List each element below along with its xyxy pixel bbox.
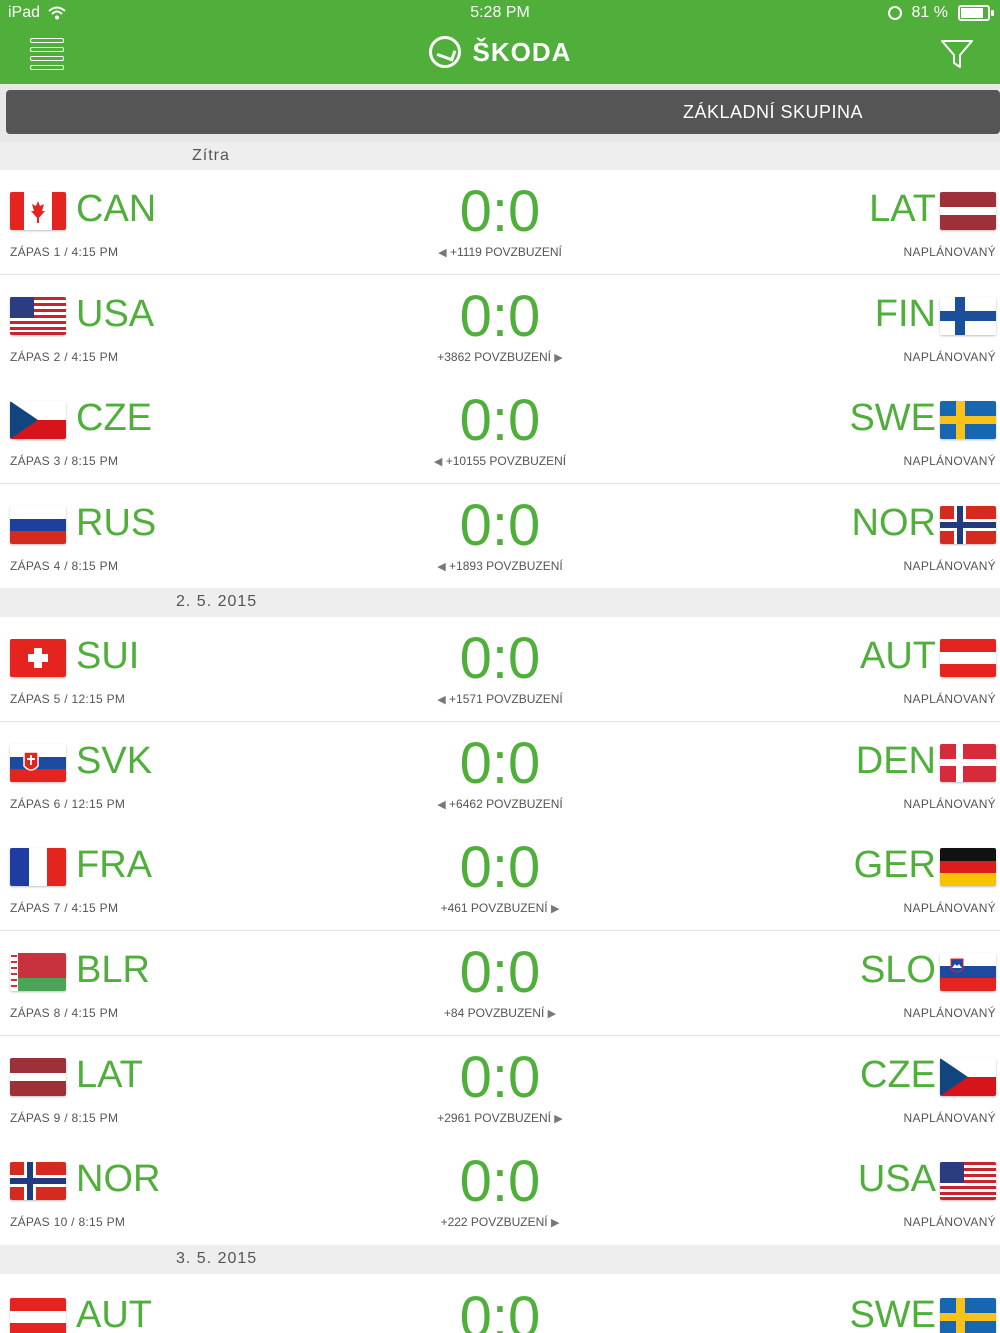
flag-slo-icon (940, 953, 996, 991)
arrow-right-icon: ▶ (554, 352, 563, 364)
cheers-counter[interactable]: ◀ +6462 POVZBUZENÍ (0, 797, 1000, 811)
arrow-left-icon: ◀ (438, 247, 447, 259)
away-team-code: AUT (860, 635, 936, 677)
match-status: NAPLÁNOVANÝ (903, 692, 996, 706)
score: 0:0 (459, 493, 541, 558)
flag-lat-icon (940, 192, 996, 230)
score: 0:0 (459, 731, 541, 796)
match-status: NAPLÁNOVANÝ (903, 1111, 996, 1125)
match-row[interactable]: FRA 0:0 GER ZÁPAS 7 / 4:15 PM +461 POVZB… (0, 826, 1000, 931)
flag-nor-icon (940, 506, 996, 544)
flag-den-icon (940, 744, 996, 782)
match-row[interactable]: AUT 0:0 SWE (0, 1274, 1000, 1333)
match-row[interactable]: CZE 0:0 SWE ZÁPAS 3 / 8:15 PM ◀ +10155 P… (0, 379, 1000, 484)
cheers-counter[interactable]: +3862 POVZBUZENÍ ▶ (0, 350, 1000, 364)
arrow-left-icon: ◀ (437, 694, 446, 706)
arrow-left-icon: ◀ (437, 561, 446, 573)
match-status: NAPLÁNOVANÝ (903, 245, 996, 259)
away-team-code: USA (857, 1158, 936, 1200)
brand: ŠKODA (0, 36, 1000, 68)
away-team-code: SLO (859, 949, 936, 991)
date-section-header: Zítra (0, 142, 1000, 170)
group-tab-bar: ZÁKLADNÍ SKUPINA (0, 84, 1000, 142)
match-row[interactable]: SUI 0:0 AUT ZÁPAS 5 / 12:15 PM ◀ +1571 P… (0, 617, 1000, 722)
date-label: 3. 5. 2015 (176, 1250, 258, 1267)
arrow-right-icon: ▶ (554, 1113, 563, 1125)
score: 0:0 (459, 179, 541, 244)
away-team-code: SWE (849, 1294, 936, 1333)
flag-fin-icon (940, 297, 996, 335)
match-status: NAPLÁNOVANÝ (903, 559, 996, 573)
flag-usa-icon (940, 1162, 996, 1200)
match-status: NAPLÁNOVANÝ (903, 797, 996, 811)
brand-name: ŠKODA (472, 36, 572, 67)
flag-swe-icon (940, 401, 996, 439)
match-status: NAPLÁNOVANÝ (903, 350, 996, 364)
flag-cze-icon (940, 1058, 996, 1096)
away-team-code: NOR (851, 502, 936, 544)
date-label: Zítra (192, 147, 230, 164)
battery-percent: 81 % (911, 4, 948, 21)
cheers-counter[interactable]: +461 POVZBUZENÍ ▶ (0, 901, 1000, 915)
arrow-left-icon: ◀ (437, 799, 446, 811)
match-row[interactable]: CAN 0:0 LAT ZÁPAS 1 / 4:15 PM ◀ +1119 PO… (0, 170, 1000, 275)
away-team-code: LAT (869, 188, 936, 230)
flag-swe-icon (940, 1298, 996, 1333)
match-row[interactable]: SVK 0:0 DEN ZÁPAS 6 / 12:15 PM ◀ +6462 P… (0, 722, 1000, 826)
date-label: 2. 5. 2015 (176, 593, 258, 610)
cheers-counter[interactable]: ◀ +1571 POVZBUZENÍ (0, 692, 1000, 706)
match-status: NAPLÁNOVANÝ (903, 454, 996, 468)
match-status: NAPLÁNOVANÝ (903, 1215, 996, 1229)
date-section-header: 3. 5. 2015 (0, 1245, 1000, 1274)
status-bar: iPad 5:28 PM 81 % (0, 0, 1000, 26)
away-team-code: SWE (849, 397, 936, 439)
app-header: iPad 5:28 PM 81 % ŠKODA (0, 0, 1000, 84)
arrow-right-icon: ▶ (550, 903, 560, 915)
score: 0:0 (459, 1149, 541, 1214)
tab-zakladni-skupina[interactable]: ZÁKLADNÍ SKUPINA (6, 90, 1000, 134)
match-status: NAPLÁNOVANÝ (903, 1006, 996, 1020)
score: 0:0 (459, 835, 541, 900)
battery-icon (958, 5, 994, 21)
alarm-icon (887, 6, 902, 20)
clock: 5:28 PM (470, 4, 530, 21)
skoda-logo-icon (428, 36, 461, 68)
score: 0:0 (459, 284, 541, 349)
match-row[interactable]: LAT 0:0 CZE ZÁPAS 9 / 8:15 PM +2961 POVZ… (0, 1036, 1000, 1140)
cheers-counter[interactable]: ◀ +10155 POVZBUZENÍ (0, 454, 1000, 468)
score: 0:0 (459, 626, 541, 691)
away-team-code: GER (853, 844, 936, 886)
flag-aut-icon (940, 639, 996, 677)
away-team-code: DEN (855, 740, 936, 782)
tab-label: ZÁKLADNÍ SKUPINA (683, 102, 864, 122)
score: 0:0 (459, 940, 541, 1005)
flag-ger-icon (940, 848, 996, 886)
arrow-left-icon: ◀ (433, 456, 443, 468)
match-row[interactable]: BLR 0:0 SLO ZÁPAS 8 / 4:15 PM +84 POVZBU… (0, 931, 1000, 1036)
arrow-right-icon: ▶ (550, 1217, 560, 1229)
score: 0:0 (459, 1045, 541, 1110)
cheers-counter[interactable]: +2961 POVZBUZENÍ ▶ (0, 1111, 1000, 1125)
filter-icon[interactable] (940, 38, 974, 70)
match-row[interactable]: RUS 0:0 NOR ZÁPAS 4 / 8:15 PM ◀ +1893 PO… (0, 484, 1000, 588)
cheers-counter[interactable]: ◀ +1119 POVZBUZENÍ (0, 245, 1000, 259)
cheers-counter[interactable]: +84 POVZBUZENÍ ▶ (0, 1006, 1000, 1020)
match-status: NAPLÁNOVANÝ (903, 901, 996, 915)
match-row[interactable]: NOR 0:0 USA ZÁPAS 10 / 8:15 PM +222 POVZ… (0, 1140, 1000, 1244)
cheers-counter[interactable]: ◀ +1893 POVZBUZENÍ (0, 559, 1000, 573)
away-team-code: FIN (874, 293, 936, 335)
match-row[interactable]: USA 0:0 FIN ZÁPAS 2 / 4:15 PM +3862 POVZ… (0, 275, 1000, 379)
date-section-header: 2. 5. 2015 (0, 588, 1000, 617)
arrow-right-icon: ▶ (547, 1008, 557, 1020)
cheers-counter[interactable]: +222 POVZBUZENÍ ▶ (0, 1215, 1000, 1229)
away-team-code: CZE (860, 1054, 936, 1096)
